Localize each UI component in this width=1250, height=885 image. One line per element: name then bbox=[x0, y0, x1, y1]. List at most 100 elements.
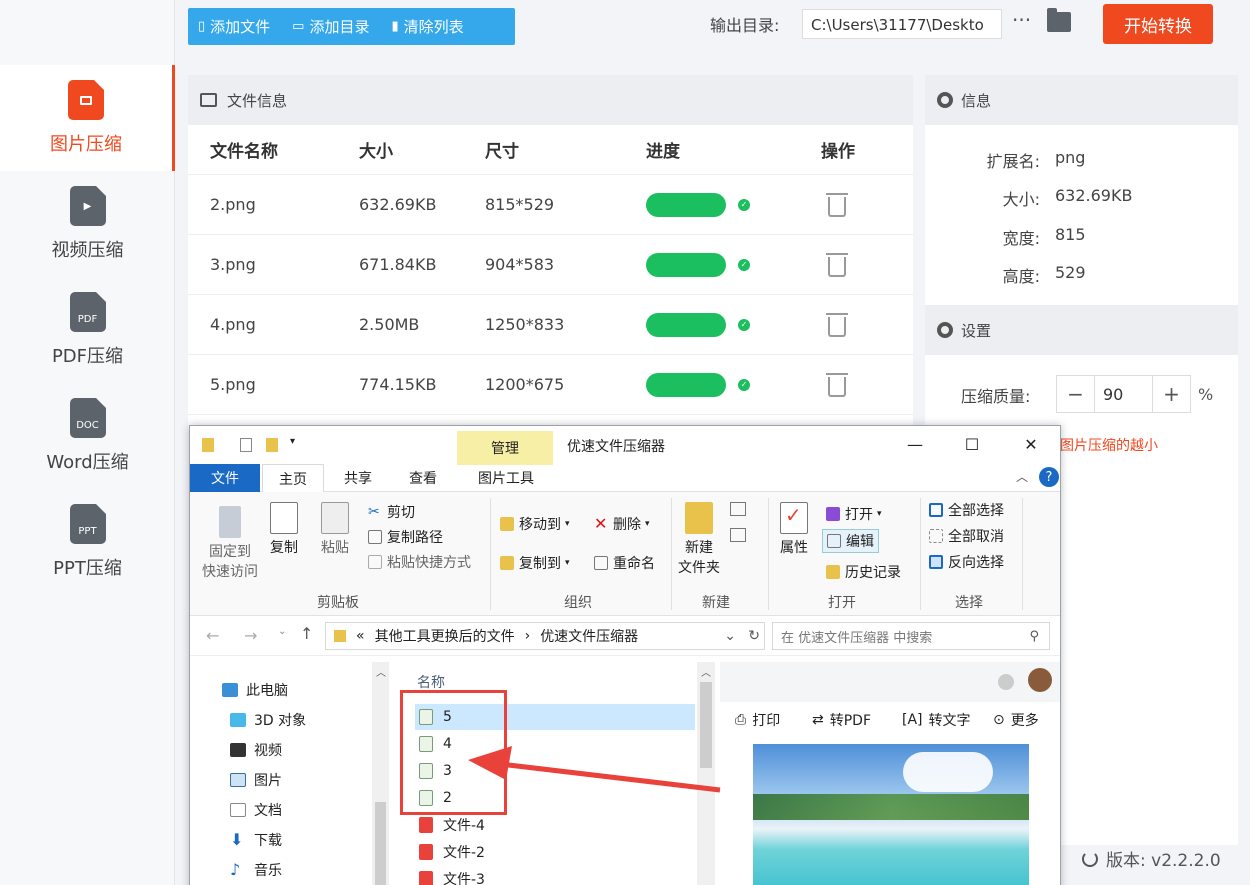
more-options-button[interactable]: ··· bbox=[1012, 8, 1031, 32]
invert-selection-button[interactable]: 反向选择 bbox=[929, 552, 1004, 572]
tree-item-3d[interactable]: 3D 对象 bbox=[230, 710, 306, 730]
list-item[interactable]: 文件-3 bbox=[419, 866, 485, 885]
clear-list-button[interactable]: ▮ 清除列表 bbox=[391, 16, 463, 37]
new-item-icon[interactable] bbox=[730, 502, 746, 516]
more-button[interactable]: ⊙ 更多 bbox=[993, 710, 1039, 730]
help-icon[interactable]: ? bbox=[1039, 467, 1059, 487]
tab-home[interactable]: 主页 bbox=[262, 464, 324, 493]
increase-button[interactable]: + bbox=[1152, 376, 1190, 412]
scroll-thumb[interactable] bbox=[375, 802, 386, 885]
address-overflow[interactable]: « bbox=[356, 628, 365, 644]
address-dropdown-icon[interactable]: ⌄ bbox=[724, 628, 736, 644]
sidebar-item-video[interactable]: ▶ 视频压缩 bbox=[0, 171, 175, 277]
new-group-label: 新建 bbox=[702, 595, 730, 611]
address-crumb[interactable]: 优速文件压缩器 bbox=[540, 626, 638, 646]
paste-shortcut-label: 粘贴快捷方式 bbox=[387, 555, 471, 571]
ppt-file-icon: PPT bbox=[69, 504, 106, 544]
sidebar: 图片压缩 ▶ 视频压缩 PDF PDF压缩 DOC Word压缩 PPT PPT… bbox=[0, 0, 175, 885]
pin-quick-access-button[interactable]: 固定到 快速访问 bbox=[202, 506, 258, 582]
sidebar-item-image[interactable]: 图片压缩 bbox=[0, 65, 175, 171]
scroll-up-icon[interactable]: ︿ bbox=[701, 664, 711, 679]
tree-item-music[interactable]: ♪ 音乐 bbox=[230, 860, 282, 880]
address-crumb[interactable]: 其他工具更换后的文件 bbox=[375, 626, 515, 646]
avatar[interactable] bbox=[1028, 668, 1052, 692]
move-to-button[interactable]: 移动到 ▾ bbox=[500, 514, 570, 534]
qa-dropdown-icon[interactable]: ▾ bbox=[290, 436, 295, 447]
select-none-button[interactable]: 全部取消 bbox=[929, 526, 1004, 546]
collapse-ribbon-icon[interactable]: ︿ bbox=[1016, 468, 1028, 485]
delete-icon[interactable] bbox=[826, 312, 848, 337]
table-row[interactable]: 2.png 632.69KB 815*529 ✓ bbox=[188, 175, 913, 235]
delete-icon[interactable] bbox=[826, 252, 848, 277]
forward-icon[interactable]: → bbox=[244, 626, 257, 645]
delete-icon[interactable] bbox=[826, 192, 848, 217]
tree-item-downloads[interactable]: ⬇ 下载 bbox=[230, 830, 282, 850]
paste-shortcut-button[interactable]: 粘贴快捷方式 bbox=[368, 552, 471, 572]
new-folder-button[interactable]: 新建 文件夹 bbox=[678, 502, 720, 578]
tab-picture-tools[interactable]: 图片工具 bbox=[458, 464, 554, 492]
add-dir-button[interactable]: ▭ 添加目录 bbox=[292, 16, 369, 37]
up-icon[interactable]: ↑ bbox=[300, 624, 313, 643]
maximize-button[interactable]: ☐ bbox=[949, 432, 995, 456]
quality-input[interactable]: 90 bbox=[1095, 376, 1152, 412]
sidebar-item-pdf[interactable]: PDF PDF压缩 bbox=[0, 277, 175, 383]
minimize-button[interactable]: — bbox=[892, 432, 938, 456]
tab-file[interactable]: 文件 bbox=[190, 464, 260, 492]
open-button[interactable]: 打开 ▾ bbox=[826, 504, 882, 524]
open-folder-icon[interactable] bbox=[1047, 8, 1071, 32]
file-name: 4.png bbox=[210, 315, 256, 334]
to-pdf-button[interactable]: ⇄ 转PDF bbox=[812, 710, 871, 730]
output-dir-input[interactable]: C:\Users\31177\Deskto bbox=[802, 9, 1002, 39]
tree-item-documents[interactable]: 文档 bbox=[230, 800, 282, 820]
add-file-button[interactable]: ▯ 添加文件 bbox=[198, 16, 270, 37]
cut-button[interactable]: ✂ 剪切 bbox=[368, 502, 415, 522]
history-button[interactable]: 历史记录 bbox=[826, 562, 901, 582]
edit-button[interactable]: 编辑 bbox=[822, 529, 879, 553]
rename-button[interactable]: 重命名 bbox=[594, 553, 655, 573]
manage-tab[interactable]: 管理 bbox=[457, 431, 553, 465]
explorer-titlebar: ▾ 管理 优速文件压缩器 — ☐ ✕ bbox=[190, 426, 1060, 465]
decrease-button[interactable]: − bbox=[1057, 376, 1095, 412]
delete-button[interactable]: ✕ 删除 ▾ bbox=[594, 514, 650, 534]
close-button[interactable]: ✕ bbox=[1008, 432, 1054, 456]
dropdown-arrow-icon: ▾ bbox=[645, 519, 650, 529]
file-name: 2.png bbox=[210, 195, 256, 214]
select-all-button[interactable]: 全部选择 bbox=[929, 500, 1004, 520]
table-row[interactable]: 5.png 774.15KB 1200*675 ✓ bbox=[188, 355, 913, 415]
table-row[interactable]: 4.png 2.50MB 1250*833 ✓ bbox=[188, 295, 913, 355]
address-path[interactable]: « 其他工具更换后的文件 › 优速文件压缩器 ⌄ ↻ bbox=[325, 622, 765, 650]
recent-dropdown-icon[interactable]: ⌄ bbox=[278, 626, 286, 637]
copy-path-button[interactable]: 复制路径 bbox=[368, 527, 443, 547]
start-convert-button[interactable]: 开始转换 bbox=[1103, 4, 1213, 44]
paste-button[interactable]: 粘贴 bbox=[321, 502, 349, 558]
percent-unit: % bbox=[1198, 385, 1214, 404]
file-tag: PPT bbox=[78, 525, 97, 537]
easy-access-icon[interactable] bbox=[730, 528, 746, 542]
nav-scrollbar[interactable]: ︿ bbox=[372, 662, 389, 885]
properties-icon[interactable] bbox=[240, 438, 252, 452]
list-item[interactable]: 文件-4 bbox=[419, 812, 485, 838]
version-info[interactable]: 版本: v2.2.2.0 bbox=[1082, 846, 1221, 871]
sidebar-item-ppt[interactable]: PPT PPT压缩 bbox=[0, 489, 175, 595]
tree-item-pictures[interactable]: 图片 bbox=[230, 770, 282, 790]
info-width-value: 815 bbox=[1055, 225, 1086, 244]
new-folder-icon[interactable] bbox=[266, 438, 278, 452]
tab-view[interactable]: 查看 bbox=[395, 464, 451, 492]
properties-button[interactable]: ✓ 属性 bbox=[780, 502, 808, 558]
copy-to-button[interactable]: 复制到 ▾ bbox=[500, 553, 570, 573]
tab-share[interactable]: 共享 bbox=[330, 464, 386, 492]
scroll-up-icon[interactable]: ︿ bbox=[376, 664, 386, 679]
to-text-button[interactable]: [A] 转文字 bbox=[902, 710, 971, 730]
back-icon[interactable]: ← bbox=[206, 626, 219, 645]
search-input[interactable]: 在 优速文件压缩器 中搜索 ⚲ bbox=[772, 622, 1050, 650]
list-item[interactable]: 文件-2 bbox=[419, 839, 485, 865]
tree-item-videos[interactable]: 视频 bbox=[230, 740, 282, 760]
name-column-header[interactable]: 名称 bbox=[417, 672, 445, 692]
copy-button[interactable]: 复制 bbox=[270, 502, 298, 558]
refresh-icon[interactable]: ↻ bbox=[748, 628, 760, 644]
tree-item-this-pc[interactable]: 此电脑 bbox=[222, 680, 288, 700]
print-button[interactable]: ⎙ 打印 bbox=[735, 710, 780, 730]
table-row[interactable]: 3.png 671.84KB 904*583 ✓ bbox=[188, 235, 913, 295]
delete-icon[interactable] bbox=[826, 372, 848, 397]
sidebar-item-word[interactable]: DOC Word压缩 bbox=[0, 383, 175, 489]
